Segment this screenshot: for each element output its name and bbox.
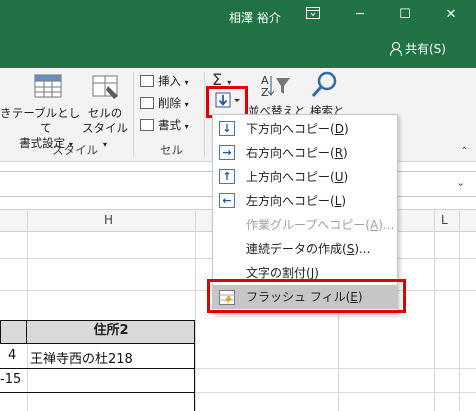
column-gridline [434,210,435,411]
menu-item-label: 左方向へコピー( [246,194,335,208]
menu-item-suffix: )... [378,218,395,232]
menu-item-suffix: ) [343,122,349,136]
dropdown-arrow-icon: ▾ [102,140,107,149]
menu-item-suffix: ) [343,170,349,184]
menu-item-series[interactable]: 連続データの作成(S)... [213,237,397,261]
column-header-h[interactable]: H [104,213,113,227]
minimize-button[interactable]: ─ [345,4,375,26]
share-button[interactable]: 共有(S) [389,40,446,57]
group-separator [133,72,134,158]
person-icon [389,42,402,56]
fill-up-icon: ↑ [219,169,235,184]
insert-label: 挿入 [158,74,181,88]
column-gridline [459,210,460,411]
share-label: 共有(S) [405,42,446,56]
expand-formula-bar-icon[interactable]: ⌄ [456,176,465,189]
delete-icon [140,97,154,109]
dropdown-arrow-icon: ▾ [184,100,189,109]
table-border [0,344,195,411]
format-as-table-icon[interactable] [32,72,64,102]
delete-label: 削除 [158,96,181,110]
fill-right-icon: → [219,145,235,160]
column-header-l[interactable]: L [441,213,448,227]
insert-button[interactable]: 挿入 ▾ [140,71,189,91]
menu-item-suffix: ) [314,266,319,280]
menu-item-suffix: )... [354,242,371,256]
cell-styles-label-1: セルの [87,106,123,120]
user-name[interactable]: 相澤 裕介 [229,9,281,26]
dropdown-arrow-icon: ▾ [184,122,189,131]
header-row-left-cell[interactable] [0,320,27,344]
menu-item-label: 下方向へコピー( [246,122,335,136]
menu-item-fill-right[interactable]: → 右方向へコピー(R) [213,141,397,165]
title-bar: 相澤 裕介 ─ ☐ ✕ 共有(S) [0,0,476,68]
insert-icon [140,75,154,87]
svg-text:Z: Z [261,86,269,98]
menu-item-fill-down[interactable]: ↓ 下方向へコピー(D) [213,117,397,141]
menu-item-label: 文字の割付( [246,266,311,280]
styles-group-label: スタイル [52,143,98,157]
menu-item-label: 作業グループへコピー( [246,218,370,232]
ribbon-display-options-icon[interactable] [298,4,328,26]
delete-button[interactable]: 削除 ▾ [140,93,189,113]
column-gridline [195,210,196,411]
address2-header-cell[interactable]: 住所2 [27,320,195,344]
cell-styles-icon[interactable] [90,72,122,102]
flash-fill-highlight [207,279,406,313]
format-icon [140,119,154,131]
find-select-icon[interactable] [309,70,339,101]
menu-item-fill-across-worksheets: 作業グループへコピー(A)... [213,213,397,237]
dropdown-arrow-icon: ▾ [184,78,189,87]
format-as-table-label-1: テーブルとして [11,106,81,135]
close-button[interactable]: ✕ [436,4,466,26]
menu-item-accesskey: A [369,218,379,232]
table-row-border [0,392,195,393]
sort-filter-icon[interactable]: AZ [261,72,291,101]
collapse-ribbon-icon[interactable]: ⌃ [460,146,468,157]
menu-item-label: 上方向へコピー( [246,170,335,184]
menu-item-accesskey: R [334,146,344,160]
restore-button[interactable]: ☐ [390,4,420,26]
format-button[interactable]: 書式 ▾ [140,115,189,135]
menu-item-suffix: ) [341,194,347,208]
menu-item-fill-left[interactable]: ← 左方向へコピー(L) [213,189,397,213]
format-label: 書式 [158,118,181,132]
menu-item-fill-up[interactable]: ↑ 上方向へコピー(U) [213,165,397,189]
menu-item-accesskey: D [334,122,344,136]
menu-item-label: 右方向へコピー( [246,146,335,160]
fill-down-icon: ↓ [219,121,235,136]
cell-styles-label-2: スタイル [82,121,128,135]
menu-item-label: 連続データの作成( [246,242,347,256]
cells-group-label: セル [160,143,183,157]
group-separator [204,72,205,158]
fill-left-icon: ← [219,193,235,208]
menu-item-suffix: ) [343,146,348,160]
table-row-border [0,368,195,369]
